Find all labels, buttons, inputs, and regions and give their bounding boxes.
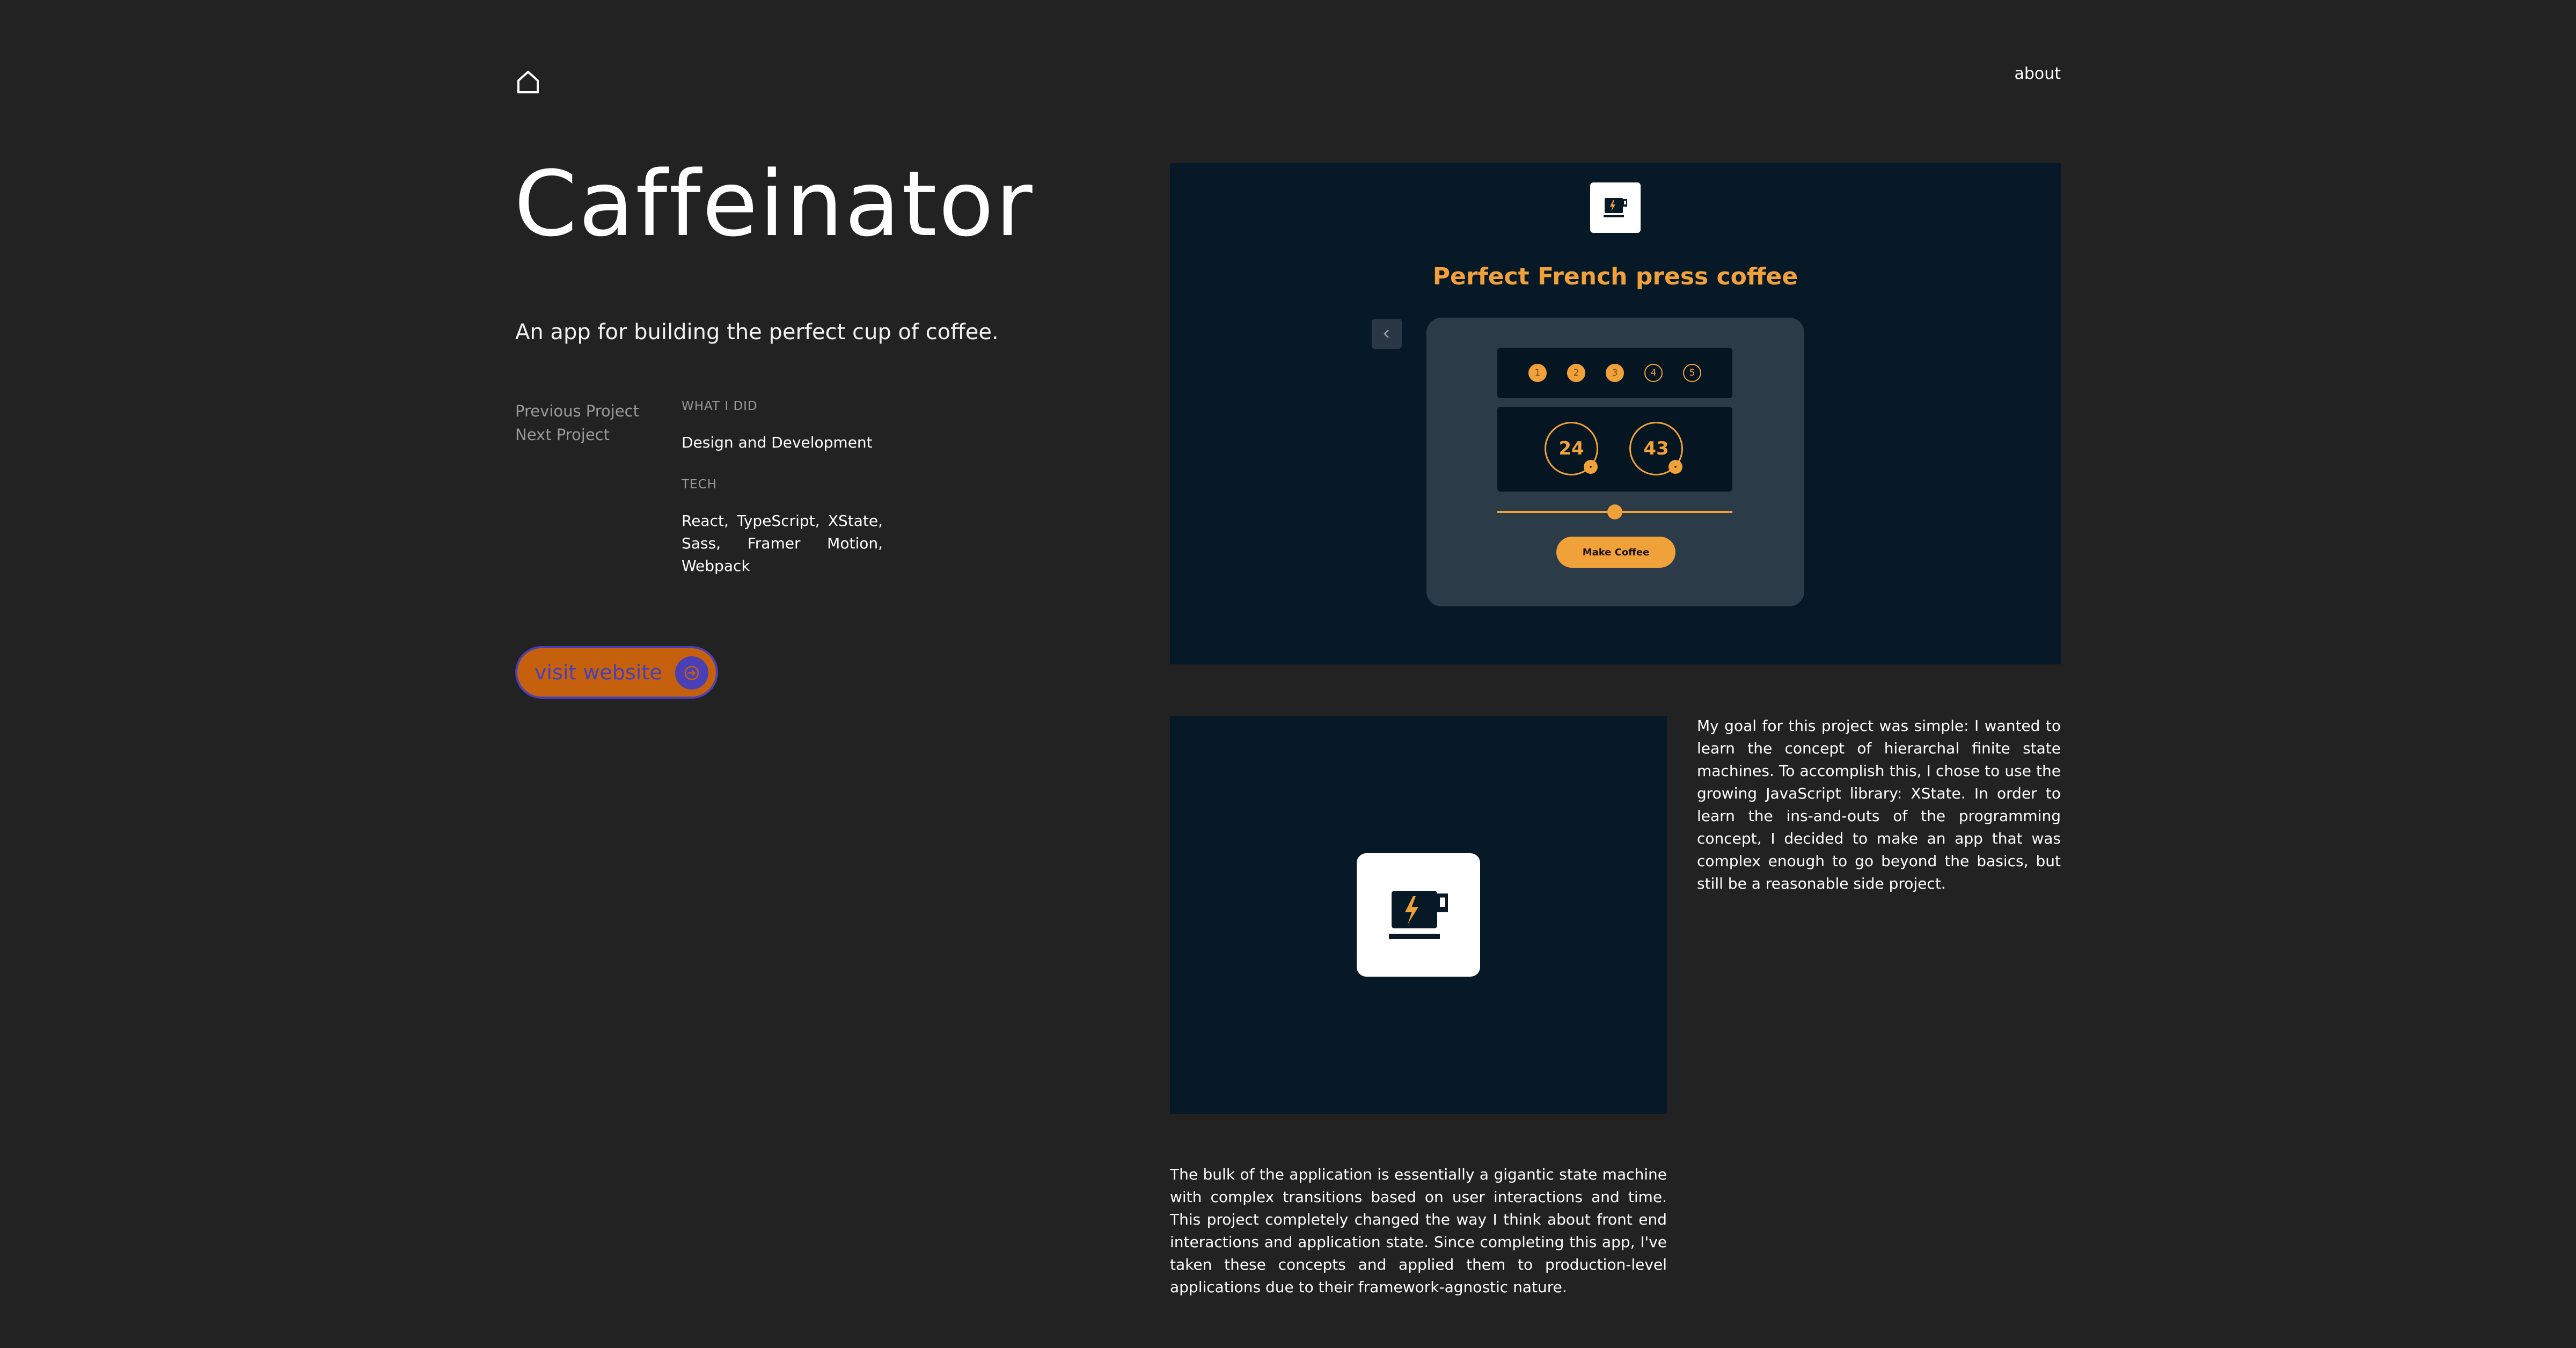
coffee-cup-icon <box>1604 198 1627 217</box>
tech-list: React, TypeScript, XState, Sass, Framer … <box>682 512 883 575</box>
app-title: Perfect French press coffee <box>1432 263 1798 290</box>
home-icon <box>517 71 539 93</box>
ratio-slider[interactable] <box>1497 504 1732 519</box>
project-tagline: An app for building the perfect cup of c… <box>515 320 999 345</box>
description-paragraph-1: My goal for this project was simple: I w… <box>1697 717 2061 892</box>
next-project-link[interactable]: Next Project <box>515 423 639 446</box>
caffeinator-logo-large <box>1357 853 1480 977</box>
arrow-right-icon <box>675 656 708 690</box>
what-i-did-value: Design and Development <box>682 434 873 451</box>
what-i-did-label: WHAT I DID <box>682 399 758 413</box>
step-4[interactable]: 4 <box>1644 364 1663 382</box>
slider-thumb[interactable] <box>1607 504 1622 519</box>
visit-website-label: visit website <box>535 661 662 684</box>
dials-panel: 24 • 43 • <box>1497 407 1732 492</box>
unit-badge-icon: • <box>1668 460 1682 474</box>
step-1[interactable]: 1 <box>1528 364 1547 382</box>
caffeinator-logo <box>1590 182 1641 233</box>
app-screenshot: Perfect French press coffee 1 2 3 4 5 24… <box>1170 163 2061 664</box>
step-5[interactable]: 5 <box>1683 364 1701 382</box>
home-link[interactable] <box>514 69 542 96</box>
visit-website-button[interactable]: visit website <box>515 646 718 699</box>
previous-project-link[interactable]: Previous Project <box>515 399 639 423</box>
step-2[interactable]: 2 <box>1567 364 1585 382</box>
unit-badge-icon: • <box>1584 460 1598 474</box>
brew-card: 1 2 3 4 5 24 • 43 • Make Coffee <box>1426 318 1804 606</box>
description-paragraph-2: The bulk of the application is essential… <box>1170 1166 1667 1296</box>
about-link[interactable]: about <box>2014 64 2061 83</box>
water-dial-value: 43 <box>1643 438 1669 459</box>
chevron-left-icon <box>1384 329 1389 338</box>
step-indicator: 1 2 3 4 5 <box>1497 348 1732 398</box>
logo-showcase <box>1170 716 1667 1114</box>
project-title: Caffeinator <box>514 151 1034 257</box>
make-coffee-button[interactable]: Make Coffee <box>1556 537 1675 568</box>
tech-label: TECH <box>682 478 717 492</box>
coffee-dial-value: 24 <box>1558 438 1584 459</box>
back-button[interactable] <box>1372 319 1402 349</box>
water-dial[interactable]: 43 • <box>1629 422 1683 475</box>
coffee-cup-icon <box>1389 891 1448 939</box>
coffee-dial[interactable]: 24 • <box>1545 422 1598 475</box>
step-3[interactable]: 3 <box>1606 364 1624 382</box>
project-navigation: Previous Project Next Project <box>515 399 639 446</box>
